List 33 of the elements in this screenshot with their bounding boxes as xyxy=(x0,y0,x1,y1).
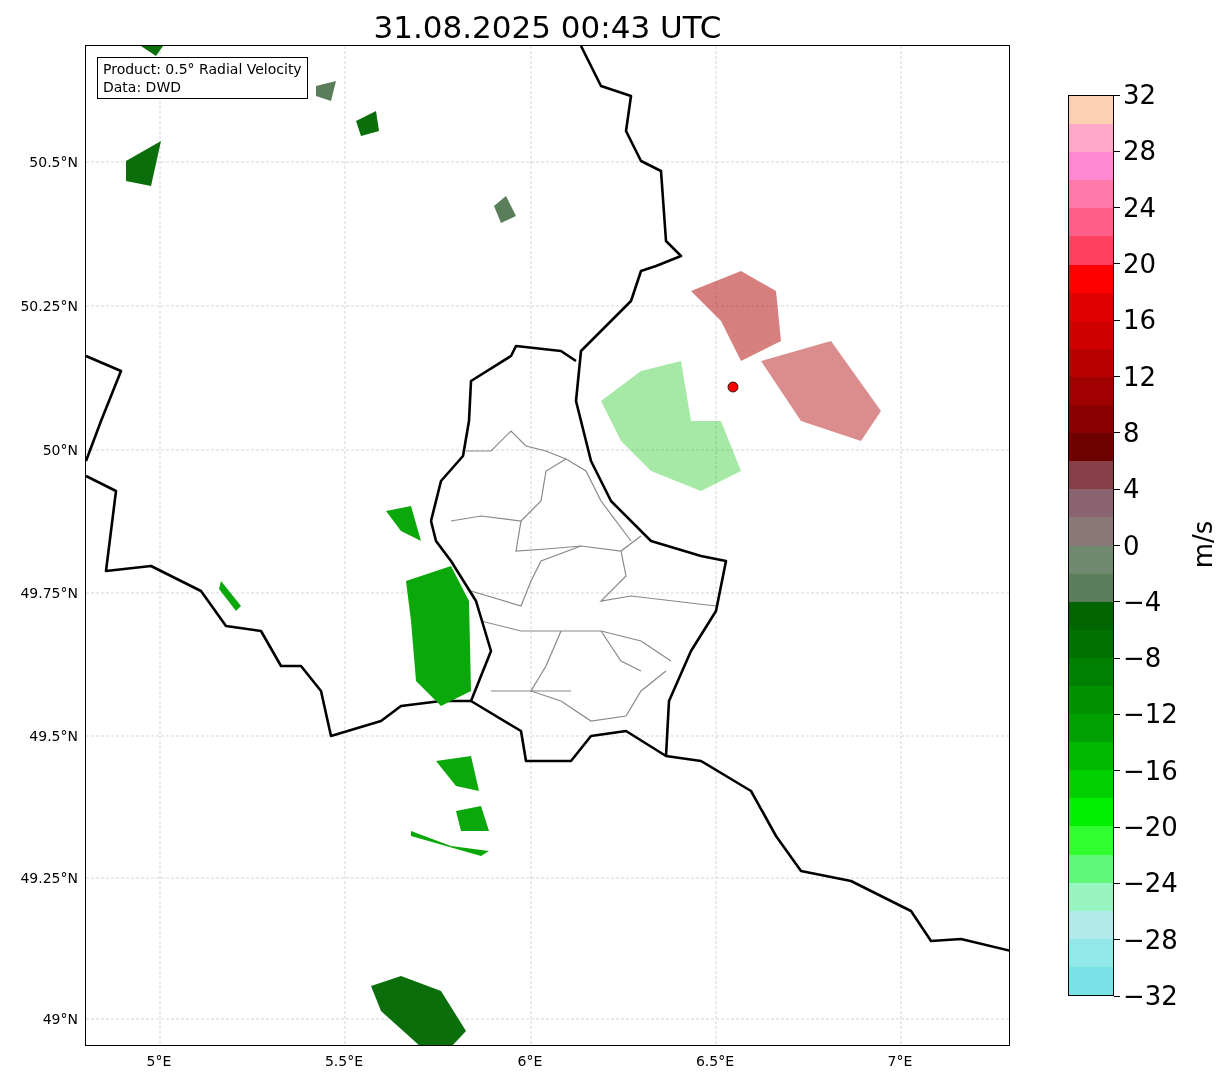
colorbar-tick-label: 4 xyxy=(1123,473,1140,506)
colorbar-tick-label: 28 xyxy=(1123,135,1157,168)
chart-title: 31.08.2025 00:43 UTC xyxy=(372,8,723,47)
x-tick-label: 5°E xyxy=(145,1052,173,1071)
info-text: Data: DWD xyxy=(103,78,182,96)
colorbar-tick-label: −8 xyxy=(1123,642,1162,675)
colorbar-tick-label: −4 xyxy=(1123,585,1162,618)
y-tick-label: 49.75°N xyxy=(20,584,78,603)
y-tick-label: 50.5°N xyxy=(29,153,78,172)
colorbar-tick-label: 16 xyxy=(1123,304,1157,337)
colorbar-tick-label: 0 xyxy=(1123,529,1140,562)
x-tick-label: 5.5°E xyxy=(323,1052,365,1071)
y-tick-label: 49°N xyxy=(42,1010,78,1029)
colorbar-tick-label: −24 xyxy=(1123,867,1178,900)
y-tick-label: 49.5°N xyxy=(29,727,78,746)
colorbar-tick-label: −28 xyxy=(1123,923,1178,956)
y-tick-label: 49.25°N xyxy=(20,869,78,888)
y-tick-label: 50°N xyxy=(42,441,78,460)
y-tick-label: 50.25°N xyxy=(20,297,78,316)
colorbar-tick-label: 20 xyxy=(1123,247,1157,280)
colorbar-tick-label: 24 xyxy=(1123,191,1157,224)
x-tick-label: 6.5°E xyxy=(694,1052,736,1071)
x-tick-label: 6°E xyxy=(516,1052,544,1071)
colorbar-tick-label: 32 xyxy=(1123,79,1157,111)
colorbar-tick-label: −12 xyxy=(1123,698,1178,731)
colorbar-label: m/s xyxy=(1187,520,1220,569)
colorbar-tick-label: −16 xyxy=(1123,754,1178,787)
colorbar-tick-label: −20 xyxy=(1123,811,1178,844)
info-text: Product: 0.5° Radial Velocity xyxy=(103,60,302,78)
colorbar-tick-label: 8 xyxy=(1123,416,1140,449)
x-tick-label: 7°E xyxy=(886,1052,914,1071)
colorbar-tick-label: 12 xyxy=(1123,360,1157,393)
colorbar-tick-label: −32 xyxy=(1123,980,1178,1012)
